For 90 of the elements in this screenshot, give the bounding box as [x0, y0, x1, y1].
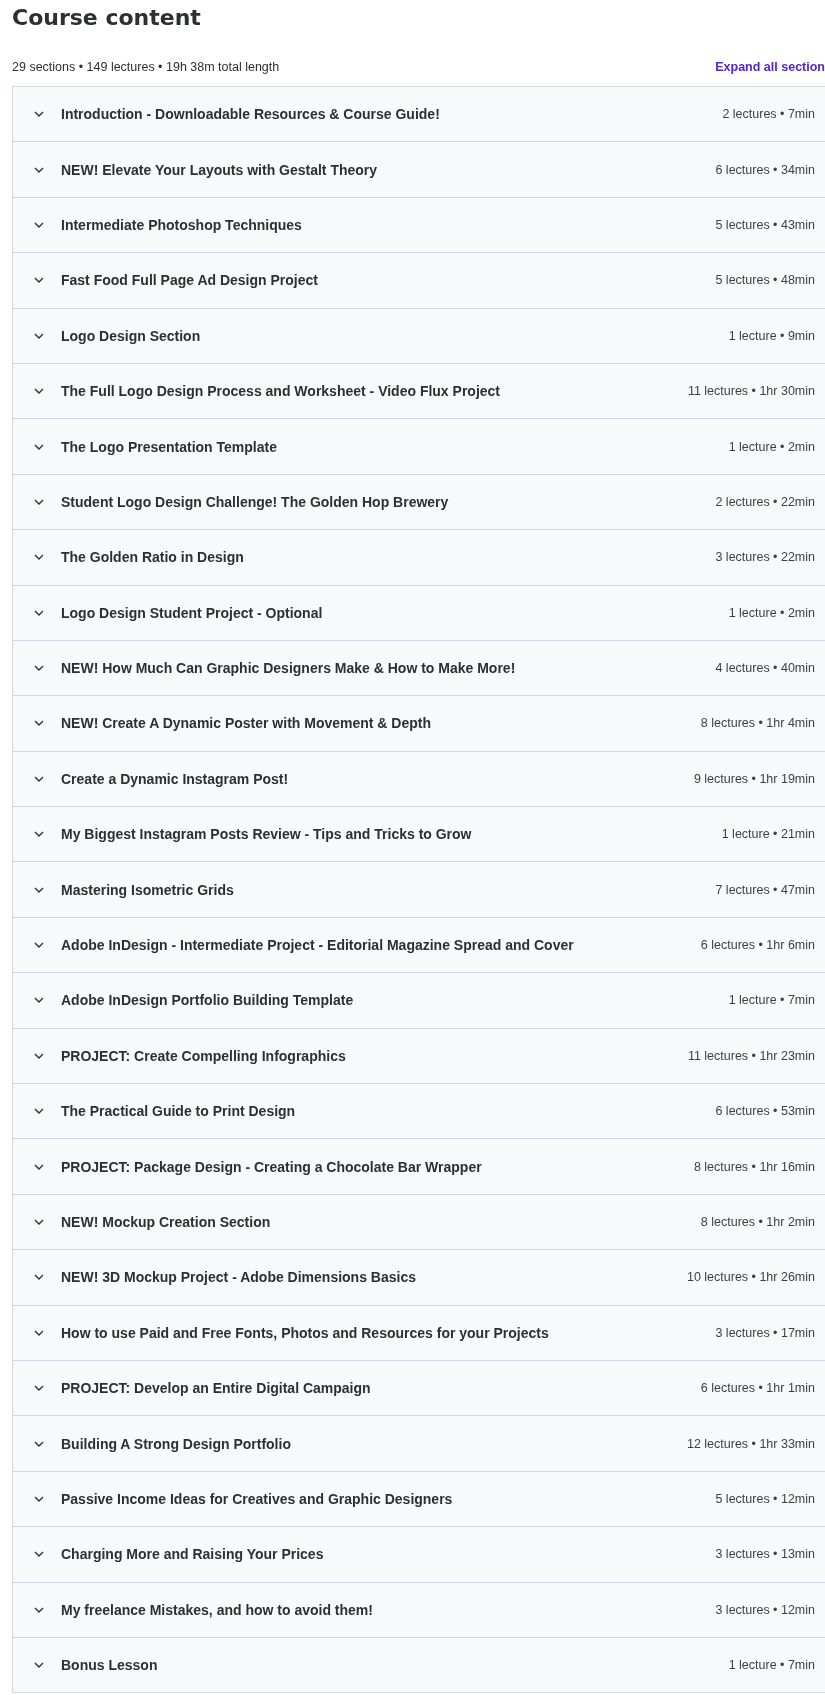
section-row[interactable]: NEW! Mockup Creation Section 8 lectures • 1hr 2min	[13, 1193, 825, 1250]
section-row[interactable]: Passive Income Ideas for Creatives and Graphic Designers 5 lectures • 12min	[13, 1470, 825, 1527]
section-title: The Full Logo Design Process and Worksheet - Video Flux Project	[61, 383, 501, 400]
section-meta: 1 lecture • 2min	[728, 439, 815, 454]
section-meta: 11 lectures • 1hr 23min	[687, 1048, 815, 1063]
section-title: Adobe InDesign - Intermediate Project - Editorial Magazine Spread and Cover	[61, 937, 575, 954]
section-meta: 2 lectures • 7min	[722, 107, 815, 122]
section-meta: 3 lectures • 22min	[715, 550, 815, 565]
section-title: Student Logo Design Challenge! The Golden Hop Brewery	[61, 493, 450, 510]
section-title: The Practical Guide to Print Design	[61, 1103, 297, 1120]
section-title: Logo Design Section	[61, 327, 202, 344]
section-title: Mastering Isometric Grids	[61, 881, 235, 898]
section-row[interactable]: My Biggest Instagram Posts Review - Tips and Tricks to Grow 1 lecture • 21min	[13, 806, 825, 862]
section-title: PROJECT: Package Design - Creating a Chocolate Bar Wrapper	[61, 1158, 483, 1175]
section-row[interactable]: The Practical Guide to Print Design 6 lectures • 53min	[13, 1083, 825, 1139]
section-row[interactable]: PROJECT: Develop an Entire Digital Campaign 6 lectures • 1hr 1min	[13, 1360, 825, 1416]
section-meta: 1 lecture • 2min	[728, 605, 815, 620]
section-meta: 7 lectures • 47min	[715, 882, 815, 897]
section-row[interactable]: How to use Paid and Free Fonts, Photos and Resources for your Projects 3 lectures • 17min	[13, 1304, 825, 1360]
section-title: My freelance Mistakes, and how to avoid them!	[61, 1601, 374, 1618]
section-meta: 8 lectures • 1hr 2min	[700, 1215, 815, 1229]
section-meta: 8 lectures • 1hr 4min	[700, 716, 815, 731]
section-title: NEW! Create A Dynamic Poster with Movement & Depth	[61, 715, 433, 732]
section-meta: 1 lecture • 21min	[721, 827, 815, 842]
section-title: The Golden Ratio in Design	[61, 549, 245, 566]
section-meta: 3 lectures • 12min	[715, 1602, 815, 1617]
section-row[interactable]: Adobe InDesign Portfolio Building Template 1 lecture • 7min	[13, 972, 825, 1028]
section-meta: 1 lecture • 7min	[728, 993, 815, 1008]
section-meta: 6 lectures • 34min	[715, 162, 815, 177]
section-row[interactable]: Introduction - Downloadable Resources & Course Guide! 2 lectures • 7min	[13, 87, 825, 142]
section-row[interactable]: PROJECT: Package Design - Creating a Chocolate Bar Wrapper 8 lectures • 1hr 16min	[13, 1138, 825, 1194]
section-title: Logo Design Student Project - Optional	[61, 604, 324, 621]
section-meta: 1 lecture • 9min	[728, 328, 815, 343]
section-title: NEW! Mockup Creation Section	[61, 1214, 272, 1230]
section-row[interactable]: Intermediate Photoshop Techniques 5 lectures • 43min	[13, 196, 825, 253]
section-row[interactable]: Create a Dynamic Instagram Post! 9 lectures • 1hr 19min	[13, 750, 825, 807]
section-row[interactable]: NEW! 3D Mockup Project - Adobe Dimensions Basics 10 lectures • 1hr 26min	[13, 1249, 825, 1305]
section-row[interactable]: Logo Design Student Project - Optional 1 lecture • 2min	[13, 584, 825, 640]
section-title: Adobe InDesign Portfolio Building Template	[61, 992, 355, 1009]
section-row[interactable]: PROJECT: Create Compelling Infographics 11 lectures • 1hr 23min	[13, 1027, 825, 1084]
section-title: Building A Strong Design Portfolio	[61, 1435, 292, 1452]
section-meta: 10 lectures • 1hr 26min	[686, 1270, 815, 1285]
course-summary: 29 sections • 149 lectures • 19h 38m total length	[12, 60, 280, 74]
section-title: NEW! 3D Mockup Project - Adobe Dimensions Basics	[61, 1269, 417, 1286]
expand-all-link[interactable]: Expand all section	[715, 60, 825, 74]
section-row[interactable]: My freelance Mistakes, and how to avoid them! 3 lectures • 12min	[13, 1581, 825, 1637]
section-title: Create a Dynamic Instagram Post!	[61, 770, 290, 787]
section-title: PROJECT: Create Compelling Infographics	[61, 1047, 347, 1064]
section-row[interactable]: The Golden Ratio in Design 3 lectures • 22min	[13, 529, 825, 585]
section-row[interactable]: Fast Food Full Page Ad Design Project 5 lectures • 48min	[13, 252, 825, 308]
section-row[interactable]: Mastering Isometric Grids 7 lectures • 47min	[13, 861, 825, 917]
section-title: My Biggest Instagram Posts Review - Tips and Tricks to Grow	[61, 826, 473, 843]
section-row[interactable]: Student Logo Design Challenge! The Golden Hop Brewery 2 lectures • 22min	[13, 473, 825, 530]
section-meta: 8 lectures • 1hr 16min	[693, 1159, 815, 1174]
section-title: Charging More and Raising Your Prices	[61, 1546, 325, 1563]
section-row[interactable]: Building A Strong Design Portfolio 12 lectures • 1hr 33min	[13, 1415, 825, 1471]
section-title: Fast Food Full Page Ad Design Project	[61, 272, 319, 289]
section-meta: 3 lectures • 13min	[715, 1547, 815, 1562]
section-row[interactable]: Bonus Lesson 1 lecture • 7min	[13, 1636, 825, 1693]
section-meta: 12 lectures • 1hr 33min	[686, 1436, 815, 1451]
section-meta: 9 lectures • 1hr 19min	[693, 771, 815, 786]
section-title: NEW! How Much Can Graphic Designers Make & How to Make More!	[61, 660, 517, 677]
section-title: How to use Paid and Free Fonts, Photos and Resources for your Projects	[61, 1324, 550, 1341]
section-title: Bonus Lesson	[61, 1657, 159, 1674]
section-title: Passive Income Ideas for Creatives and Graphic Designers	[61, 1490, 454, 1507]
section-meta: 1 lecture • 7min	[728, 1658, 815, 1673]
section-row[interactable]: The Logo Presentation Template 1 lecture • 2min	[13, 418, 825, 474]
section-row[interactable]: Logo Design Section 1 lecture • 9min	[13, 307, 825, 363]
section-heading: Course content	[12, 4, 202, 32]
section-title: PROJECT: Develop an Entire Digital Campaign	[61, 1380, 372, 1397]
section-meta: 5 lectures • 48min	[715, 273, 815, 288]
section-meta: 6 lectures • 1hr 6min	[700, 938, 815, 953]
section-meta: 6 lectures • 1hr 1min	[700, 1381, 815, 1396]
section-row[interactable]: Charging More and Raising Your Prices 3 lectures • 13min	[13, 1526, 825, 1582]
section-row[interactable]: NEW! Elevate Your Layouts with Gestalt Theory 6 lectures • 34min	[13, 141, 825, 197]
section-meta: 11 lectures • 1hr 30min	[687, 384, 815, 399]
section-meta: 5 lectures • 12min	[715, 1491, 815, 1506]
section-row[interactable]: NEW! How Much Can Graphic Designers Make & How to Make More! 4 lectures • 40min	[13, 639, 825, 696]
section-title: NEW! Elevate Your Layouts with Gestalt Theory	[61, 161, 379, 178]
section-title: Intermediate Photoshop Techniques	[61, 216, 303, 233]
section-row[interactable]: NEW! Create A Dynamic Poster with Movement & Depth 8 lectures • 1hr 4min	[13, 695, 825, 751]
section-meta: 3 lectures • 17min	[715, 1325, 815, 1340]
section-meta: 6 lectures • 53min	[715, 1104, 815, 1119]
section-title: The Logo Presentation Template	[61, 438, 278, 455]
section-title: Introduction - Downloadable Resources & Course Guide!	[61, 106, 441, 123]
section-row[interactable]: Adobe InDesign - Intermediate Project - Editorial Magazine Spread and Cover 6 lectures • 1hr 6min	[13, 916, 825, 973]
section-meta: 4 lectures • 40min	[715, 661, 815, 676]
section-meta: 5 lectures • 43min	[715, 217, 815, 232]
section-row[interactable]: The Full Logo Design Process and Worksheet - Video Flux Project 11 lectures • 1hr 30min	[13, 362, 825, 419]
section-meta: 2 lectures • 22min	[715, 494, 815, 509]
